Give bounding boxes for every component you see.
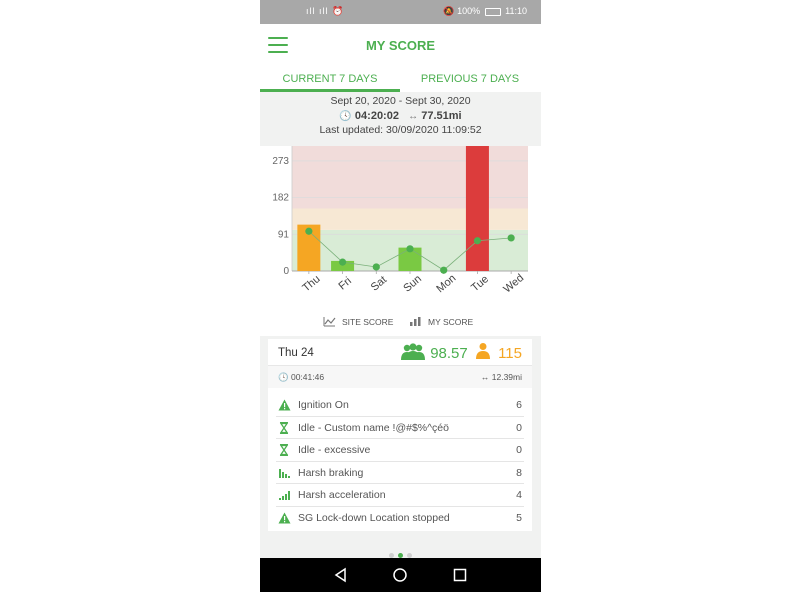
event-count: 8: [516, 466, 522, 479]
x-tick-label: Fri: [336, 275, 354, 292]
day-duration: 🕓 00:41:46: [278, 372, 324, 383]
x-tick-label: Tue: [469, 273, 491, 294]
x-tick-label: Sat: [369, 274, 389, 294]
day-my-score: 115: [498, 345, 522, 362]
event-row[interactable]: Idle - Custom name !@#$%^çéö 0: [276, 417, 524, 439]
group-icon: [400, 343, 430, 362]
event-label: Harsh braking: [298, 466, 364, 479]
signal-icons: ıll ıll ⏰: [306, 6, 345, 16]
y-tick-label: 0: [283, 266, 289, 277]
clock: 11:10: [505, 6, 527, 16]
hourglass-icon: [278, 421, 291, 434]
event-row[interactable]: Ignition On 6: [276, 394, 524, 417]
site-score-point: [305, 227, 313, 235]
x-tick-label: Mon: [434, 272, 458, 295]
y-tick-label: 273: [272, 156, 289, 167]
score-band: [292, 208, 528, 230]
clock-icon: 🕓: [339, 111, 352, 122]
harsh-acceleration-icon: [278, 489, 291, 501]
y-tick-label: 182: [272, 193, 289, 204]
day-distance: ↔ 12.39mi: [481, 372, 522, 382]
site-score-point: [473, 237, 482, 245]
event-count: 6: [516, 399, 522, 411]
event-label: Harsh acceleration: [298, 489, 386, 501]
day-detail-totals: 🕓 00:41:46 ↔ 12.39mi: [268, 366, 532, 388]
line-chart-icon: [323, 316, 336, 329]
site-score-point: [372, 263, 380, 271]
distance-icon: ↔: [408, 111, 419, 122]
tab-previous-7-days[interactable]: PREVIOUS 7 DAYS: [400, 68, 540, 92]
battery-icon: [484, 7, 501, 16]
event-label: Idle - excessive: [298, 444, 371, 456]
date-range: Sept 20, 2020 - Sept 30, 2020: [330, 95, 471, 107]
site-score-point: [338, 258, 347, 266]
back-icon[interactable]: [333, 567, 349, 583]
person-icon: [472, 343, 494, 362]
legend-my-score: MY SCORE: [428, 317, 474, 327]
recents-icon[interactable]: [452, 567, 468, 583]
bar-tue: [465, 146, 489, 271]
day-detail-header: Thu 24 98.57 115: [268, 339, 532, 366]
home-icon[interactable]: [392, 567, 408, 583]
event-label: SG Lock-down Location stopped: [298, 511, 450, 524]
total-duration: 04:20:02: [354, 110, 399, 122]
clock-icon: 🕓: [278, 372, 289, 382]
y-tick-label: 91: [278, 229, 290, 240]
site-score-point: [406, 245, 414, 253]
chart-legend: SITE SCORE MY SCORE: [260, 316, 541, 328]
site-score-point: [440, 266, 448, 274]
period-tabs: CURRENT 7 DAYS PREVIOUS 7 DAYS: [260, 68, 541, 92]
day-label: Thu 24: [278, 347, 314, 359]
score-band: [292, 146, 528, 209]
bar-chart-icon: [409, 316, 422, 329]
event-count: 5: [516, 511, 522, 524]
score-chart-container: 0 91 182 273 Thu Fri Sat Sun Mon Tue Wed: [260, 146, 541, 336]
event-row[interactable]: Harsh acceleration 4: [276, 484, 524, 507]
score-chart[interactable]: 0 91 182 273 Thu Fri Sat Sun Mon Tue Wed: [260, 146, 541, 316]
event-count: 0: [516, 444, 522, 456]
system-nav-bar: [260, 558, 541, 592]
total-distance: 77.51mi: [421, 110, 462, 122]
day-duration-value: 00:41:46: [290, 372, 325, 382]
battery-level: 100%: [457, 6, 481, 16]
day-site-score: 98.57: [430, 345, 468, 362]
site-score-point: [507, 234, 515, 242]
event-row[interactable]: Idle - excessive 0: [276, 439, 524, 462]
last-updated: Last updated: 30/09/2020 11:09:52: [319, 124, 482, 136]
event-row[interactable]: SG Lock-down Location stopped 5: [276, 507, 524, 529]
status-right: 🔕 100% 11:10: [443, 6, 527, 17]
period-summary: Sept 20, 2020 - Sept 30, 2020 🕓 04:20:02…: [260, 92, 541, 146]
page-title: MY SCORE: [365, 38, 436, 53]
harsh-braking-icon: [278, 467, 291, 479]
warning-icon: [278, 399, 291, 411]
app-bar: MY SCORE: [260, 24, 541, 68]
event-count: 0: [516, 421, 522, 434]
mute-icon: 🔕: [443, 6, 455, 16]
phone-screen: ıll ıll ⏰ 🔕 100% 11:10 MY SCORE CURRENT …: [260, 0, 541, 592]
event-count: 4: [516, 489, 522, 501]
warning-icon: [278, 512, 291, 524]
tab-current-7-days[interactable]: CURRENT 7 DAYS: [260, 68, 400, 92]
day-distance-value: 12.39mi: [491, 372, 522, 382]
day-detail-card: Thu 24 98.57 115 🕓 00:41:46 ↔ 12.39mi Ig…: [268, 339, 532, 531]
x-tick-label: Thu: [300, 273, 322, 294]
x-tick-label: Wed: [501, 272, 526, 296]
event-list: Ignition On 6 Idle - Custom name !@#$%^çéö…: [276, 394, 524, 528]
day-scores: 98.57 115: [400, 342, 522, 362]
distance-icon: ↔: [480, 372, 490, 382]
event-label: Ignition On: [298, 399, 349, 411]
event-row[interactable]: Harsh braking 8: [276, 462, 524, 484]
event-label: Idle - Custom name !@#$%^çéö: [298, 421, 449, 434]
status-bar: ıll ıll ⏰ 🔕 100% 11:10: [260, 0, 541, 24]
x-tick-label: Sun: [401, 273, 424, 295]
hourglass-icon: [278, 444, 291, 456]
legend-site-score: SITE SCORE: [342, 317, 394, 327]
totals: 🕓 04:20:02 ↔ 77.51mi: [260, 110, 541, 122]
